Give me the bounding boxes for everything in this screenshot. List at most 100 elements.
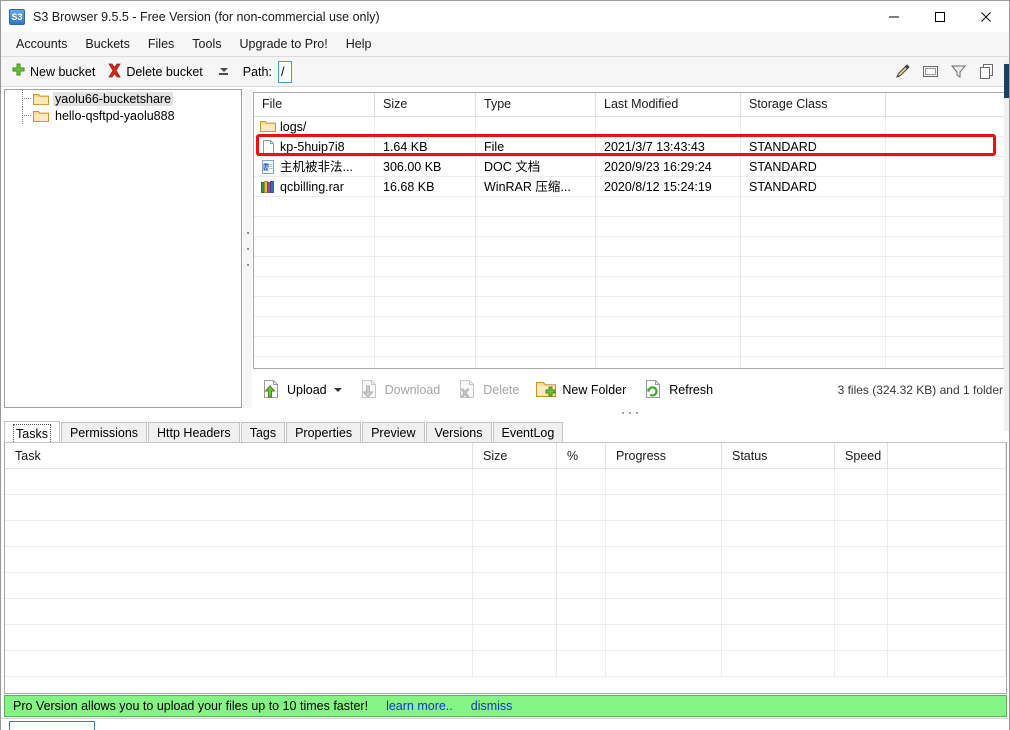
empty-cell: [254, 257, 375, 277]
column-header-spacer[interactable]: [888, 443, 1006, 468]
empty-cell: [557, 625, 606, 650]
column-header-progress[interactable]: Progress: [606, 443, 722, 468]
column-header-storage-class[interactable]: Storage Class: [741, 93, 886, 116]
file-storage-cell: STANDARD: [741, 156, 886, 177]
empty-cell: [888, 625, 1006, 650]
filter-funnel-icon[interactable]: [947, 61, 969, 83]
empty-cell: [886, 297, 1004, 317]
tab-versions[interactable]: Versions: [425, 422, 492, 442]
column-header-status[interactable]: Status: [722, 443, 835, 468]
horizontal-splitter[interactable]: [253, 407, 1007, 418]
delete-bucket-button[interactable]: Delete bucket: [101, 61, 208, 83]
file-storage-cell: STANDARD: [741, 136, 886, 157]
empty-cell: [722, 651, 835, 676]
empty-cell: [596, 357, 741, 368]
menu-item-accounts[interactable]: Accounts: [7, 34, 76, 54]
table-row[interactable]: logs/: [254, 116, 1006, 137]
empty-cell: [606, 495, 722, 520]
column-header-last-modified[interactable]: ⌄ Last Modified: [596, 93, 741, 116]
file-size-cell: [375, 116, 476, 137]
status-bar-cell[interactable]: [9, 721, 95, 730]
empty-cell: [888, 495, 1006, 520]
dismiss-link[interactable]: dismiss: [471, 699, 513, 713]
file-list[interactable]: File Size Type ⌄ Last Modified Storage C…: [253, 92, 1007, 369]
column-header-spacer[interactable]: [886, 93, 1006, 116]
path-input[interactable]: [277, 60, 292, 83]
close-icon[interactable]: [963, 1, 1009, 32]
tasks-grid[interactable]: Task Size % Progress Status Speed: [4, 442, 1007, 694]
tree-item-bucket-0[interactable]: yaolu66-bucketshare: [5, 90, 241, 107]
s3-app-icon: S3: [9, 8, 25, 25]
column-header-size[interactable]: Size: [375, 93, 476, 116]
chevron-down-icon[interactable]: [333, 388, 342, 392]
tab-tags[interactable]: Tags: [240, 422, 286, 442]
column-header-file[interactable]: File: [254, 93, 375, 116]
buckets-tree-panel[interactable]: yaolu66-bucketshare hello-qsftpd-yaolu88…: [4, 89, 242, 408]
pencil-icon[interactable]: [891, 61, 913, 83]
toolbar-right-icons: [891, 61, 1009, 83]
copy-icon[interactable]: [975, 61, 997, 83]
tree-item-label: yaolu66-bucketshare: [53, 91, 174, 106]
menu-item-upgrade-to-pro[interactable]: Upgrade to Pro!: [230, 34, 336, 54]
table-row[interactable]: W 主机被非法... 306.00 KB DOC 文档 2020/9/23 16…: [254, 156, 1006, 177]
menu-item-buckets[interactable]: Buckets: [76, 34, 138, 54]
maximize-icon[interactable]: [917, 1, 963, 32]
empty-cell: [557, 495, 606, 520]
empty-cell: [886, 197, 1004, 217]
empty-cell: [254, 317, 375, 337]
column-header-size[interactable]: Size: [473, 443, 557, 468]
tab-eventlog[interactable]: EventLog: [492, 422, 564, 442]
empty-cell: [886, 317, 1004, 337]
toolbar-overflow-icon[interactable]: [217, 61, 231, 83]
download-icon: [358, 378, 380, 403]
file-list-empty-row: [254, 297, 1006, 317]
table-row[interactable]: qcbilling.rar 16.68 KB WinRAR 压缩... 2020…: [254, 176, 1006, 197]
file-storage-cell: [741, 116, 886, 137]
column-header-task[interactable]: Task: [5, 443, 473, 468]
tab-tasks[interactable]: Tasks: [4, 421, 60, 444]
new-folder-button[interactable]: New Folder: [528, 375, 633, 406]
learn-more-link[interactable]: learn more..: [386, 699, 453, 713]
empty-cell: [886, 277, 1004, 297]
file-size-cell: 1.64 KB: [375, 136, 476, 157]
empty-cell: [741, 357, 886, 368]
tab-http-headers[interactable]: Http Headers: [148, 422, 240, 442]
menu-item-files[interactable]: Files: [139, 34, 183, 54]
menu-item-tools[interactable]: Tools: [183, 34, 230, 54]
column-header-speed[interactable]: Speed: [835, 443, 888, 468]
empty-cell: [5, 547, 473, 572]
file-name-cell: qcbilling.rar: [254, 176, 375, 197]
empty-cell: [473, 495, 557, 520]
file-storage-cell: STANDARD: [741, 176, 886, 197]
download-label: Download: [384, 383, 441, 397]
empty-cell: [596, 217, 741, 237]
table-row[interactable]: kp-5huip7i8 1.64 KB File 2021/3/7 13:43:…: [254, 136, 1006, 157]
empty-cell: [835, 651, 888, 676]
file-modified-cell: [596, 116, 741, 137]
empty-cell: [596, 297, 741, 317]
empty-cell: [596, 197, 741, 217]
new-bucket-button[interactable]: New bucket: [5, 61, 101, 83]
tab-preview[interactable]: Preview: [362, 422, 425, 442]
plus-icon: [11, 63, 26, 81]
column-header-percent[interactable]: %: [557, 443, 606, 468]
s3-browser-window: S3 S3 Browser 9.5.5 - Free Version (for …: [0, 0, 1010, 730]
tab-properties[interactable]: Properties: [286, 422, 362, 442]
file-count-status: 3 files (324.32 KB) and 1 folder: [837, 383, 1003, 397]
refresh-button[interactable]: Refresh: [635, 375, 720, 406]
vertical-splitter[interactable]: [243, 89, 252, 408]
empty-cell: [888, 651, 1006, 676]
folder-icon: [33, 109, 49, 122]
tasks-grid-body: [5, 469, 1006, 677]
upload-button[interactable]: Upload: [253, 375, 349, 406]
column-header-type[interactable]: Type: [476, 93, 596, 116]
note-icon[interactable]: [919, 61, 941, 83]
menu-item-help[interactable]: Help: [337, 34, 381, 54]
tab-permissions[interactable]: Permissions: [60, 422, 148, 442]
minimize-icon[interactable]: [871, 1, 917, 32]
empty-cell: [476, 237, 596, 257]
file-size-cell: 16.68 KB: [375, 176, 476, 197]
tree-item-bucket-1[interactable]: hello-qsftpd-yaolu888: [5, 107, 241, 124]
upload-label: Upload: [287, 383, 327, 397]
empty-cell: [835, 573, 888, 598]
